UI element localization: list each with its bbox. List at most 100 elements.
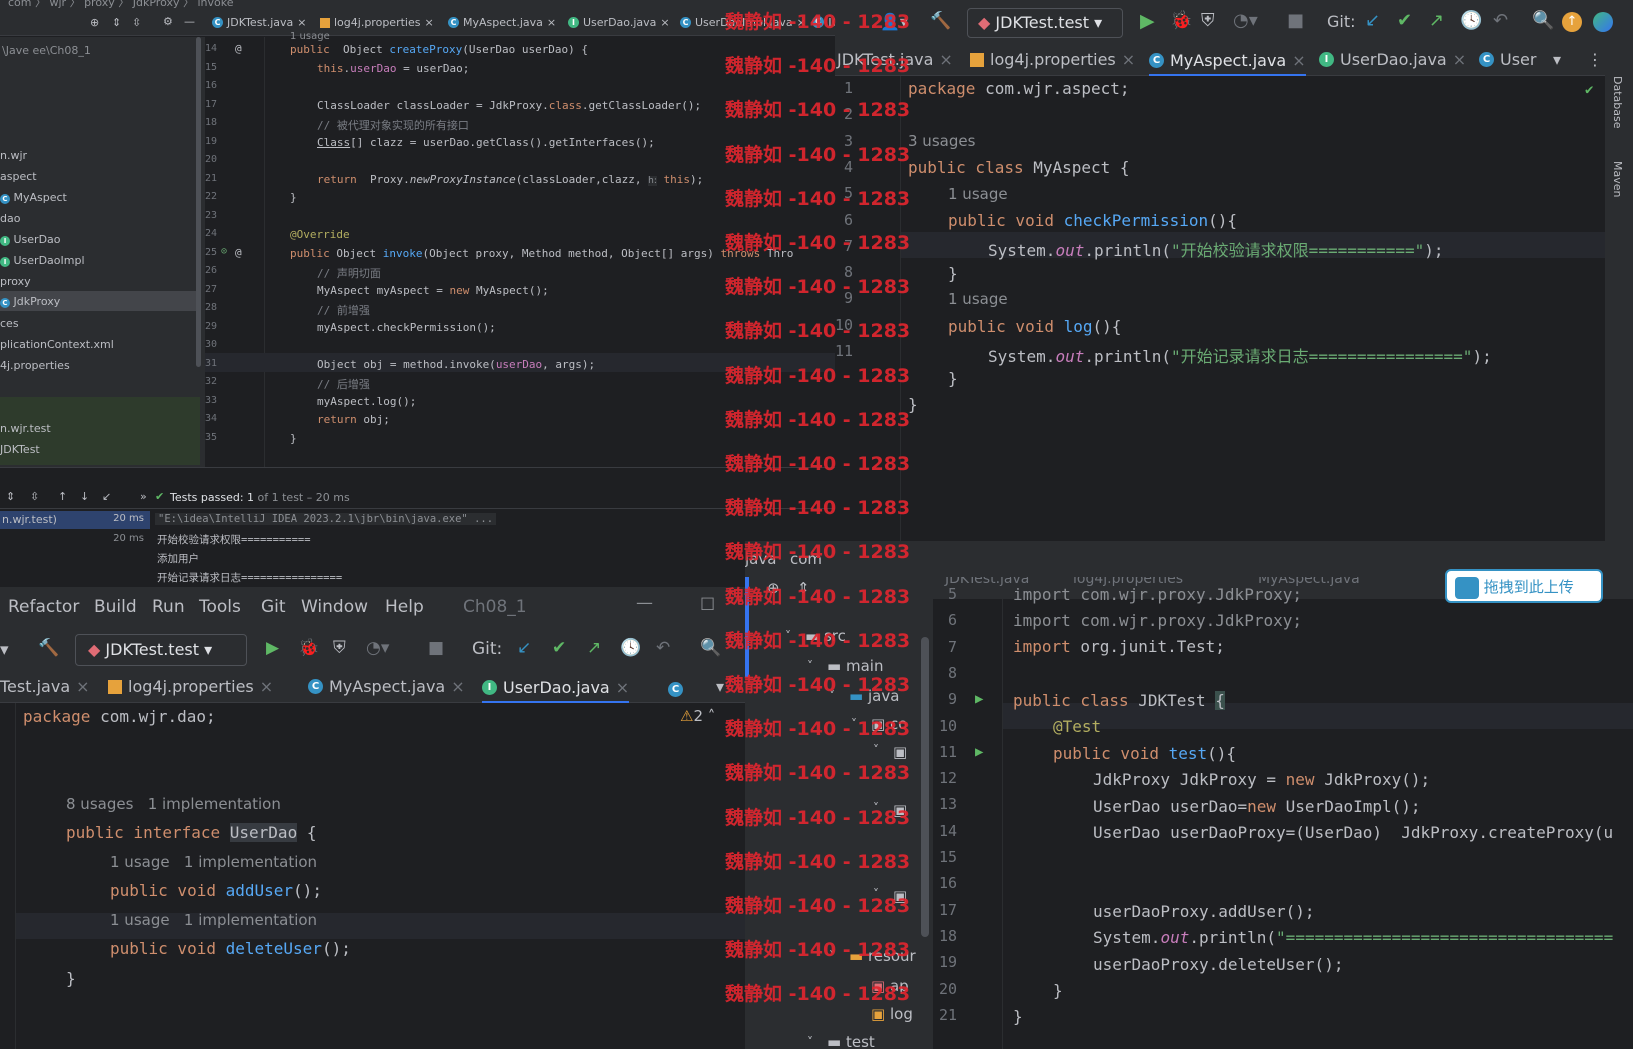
debug-icon[interactable]: 🐞 [1170,10,1192,31]
tree-item-log[interactable]: ▣ log [871,1005,913,1023]
tree-item-test[interactable]: ▬ test [827,1033,875,1049]
maximize-icon[interactable]: ☐ [700,595,715,615]
tab-user-right[interactable]: C User [1479,50,1536,69]
tab-userdao-right[interactable]: I UserDao.java × [1319,50,1466,69]
tree-item-jdktest[interactable]: JDKTest [0,443,40,456]
export-icon[interactable]: ↙ [102,490,111,503]
maven-panel-tab[interactable]: Maven [1611,161,1624,197]
editor-jdkproxy[interactable]: 14 15 16 17 18 19 20 21 22 23 24 25 26 27 28 29 30 31 32 33… [205,31,835,467]
run-test-icon[interactable]: ▶ [975,691,983,707]
tab-myaspect-bl[interactable]: C MyAspect.java × [308,677,465,696]
locate-icon[interactable]: ⊕ [767,579,780,597]
run-config-select[interactable]: ◆ JDKTest.test ▾ [967,8,1123,38]
chevron-up-icon[interactable]: ˄ [708,707,716,725]
git-update-icon[interactable]: ↙ [1365,10,1380,31]
update-icon[interactable]: ↑ [1562,12,1582,32]
tree-item-userdao[interactable]: I UserDao [0,233,61,246]
close-icon[interactable]: × [297,16,306,29]
expand-icon[interactable]: ⇕ [797,579,810,597]
tab-log4j-bl[interactable]: log4j.properties × [108,677,273,696]
tab-extra-top[interactable]: C ion [812,14,835,30]
menu-git[interactable]: Git [261,597,286,617]
more-icon[interactable]: » [140,490,147,503]
gear-icon[interactable]: ⚙ [163,15,173,28]
collapse-icon[interactable]: ⇳ [132,16,141,29]
git-push-icon[interactable]: ↗ [1429,10,1444,31]
breadcrumb-top[interactable]: com 〉 wjr 〉 proxy 〉 JdkProxy 〉 invoke [8,0,234,10]
editor-jdktest[interactable]: 5 6 7 8 9 10 11 12 13 14 15 16 17 18 19 20 21 import com… [933,585,1633,1049]
tree-item-com[interactable]: ▣ co [871,715,907,733]
tree-scrollbar[interactable] [196,37,201,367]
up-icon[interactable]: ↑ [58,490,67,503]
tree-item-resources[interactable]: ▬ resour [849,947,916,965]
run-config-select[interactable]: ◆ JDKTest.test ▾ [75,634,247,666]
tree-item-log4j[interactable]: 4j.properties [0,359,70,372]
tab-jdktest-bl[interactable]: Test.java × [0,677,90,696]
close-icon[interactable]: × [939,50,952,69]
editor-userdao[interactable]: package com.wjr.dao; ⚠2 ˄ 8 usages 1 imp… [0,703,745,1049]
coverage-icon[interactable]: ⛨ [333,638,346,658]
tree-item-userdaoimpl[interactable]: I UserDaoImpl [0,254,85,267]
stop-icon[interactable]: ■ [428,638,444,658]
editor-myaspect[interactable]: 1 2 3 4 5 6 7 8 9 10 11 ✔ package com.wjr.aspect; … [835,76,1605,597]
user-icon[interactable]: 👤▾ [880,12,908,31]
tree-item-proxy[interactable]: proxy [0,275,31,288]
tree-item-dao[interactable]: dao [0,212,20,225]
close-icon[interactable]: × [547,16,556,29]
history-icon[interactable]: 🕓 [1460,10,1482,31]
tab-extra-bl[interactable]: C [668,677,683,697]
database-panel-tab[interactable]: Database [1611,76,1624,129]
hammer-icon[interactable]: 🔨 [930,11,951,31]
menu-window[interactable]: Window [301,597,368,617]
git-push-icon[interactable]: ↗ [587,638,601,658]
user-icon[interactable]: ▾ [0,640,9,660]
minimize-icon[interactable]: — [636,593,653,613]
run-test-icon[interactable]: ▶ [975,744,983,760]
close-icon[interactable]: × [1122,50,1135,69]
coverage-icon[interactable]: ⛨ [1201,10,1215,31]
warning-icon[interactable]: ⚠2 ˄ [680,707,715,725]
tab-myaspect-top[interactable]: C MyAspect.java × [448,16,556,29]
tree-item-test-pkg[interactable]: n.wjr.test [0,422,51,435]
breadcrumb-com[interactable]: com [790,550,822,568]
tree-item-jdkproxy[interactable]: C JdkProxy [0,291,200,311]
tree-item-appcontext[interactable]: plicationContext.xml [0,338,114,351]
close-icon[interactable]: × [660,16,669,29]
close-icon[interactable]: × [76,677,89,696]
tab-jdktest-right[interactable]: JDKTest.java × [837,50,953,69]
expand-all-icon[interactable]: ⇕ [6,490,15,503]
menu-help[interactable]: Help [385,597,424,617]
close-icon[interactable]: × [1292,51,1305,70]
menu-run[interactable]: Run [152,597,185,617]
git-update-icon[interactable]: ↙ [517,638,531,658]
run-icon[interactable]: ▶ [266,638,279,658]
tree-item-main[interactable]: ▬ main [827,657,883,675]
rollback-icon[interactable]: ↶ [1493,10,1508,31]
down-icon[interactable]: ↓ [80,490,89,503]
close-icon[interactable]: × [260,677,273,696]
tab-log4j-right[interactable]: log4j.properties × [970,50,1135,69]
tab-userdao-top[interactable]: I UserDao.java × [568,16,670,29]
tree-item-resources[interactable]: ces [0,317,19,330]
tab-myaspect-right[interactable]: C MyAspect.java × [1149,46,1306,76]
tree-item-java[interactable]: ▬ java [849,687,899,705]
git-commit-icon[interactable]: ✔ [1397,10,1412,31]
menu-build[interactable]: Build [94,597,137,617]
tree-item-aspect[interactable]: aspect [0,170,37,183]
menu-tools[interactable]: Tools [199,597,241,617]
assistant-icon[interactable] [1593,12,1613,32]
stop-icon[interactable]: ■ [1287,10,1304,31]
rollback-icon[interactable]: ↶ [656,638,670,658]
menu-refactor[interactable]: Refactor [8,597,79,617]
tree-item-appctx[interactable]: ▣ ap [871,977,909,995]
tab-jdktest-top[interactable]: C JDKTest.java × [212,16,307,29]
close-icon[interactable]: × [1453,50,1466,69]
locate-icon[interactable]: ⊕ [90,16,99,29]
close-icon[interactable]: × [451,677,464,696]
expand-icon[interactable]: ⇕ [112,16,121,29]
tab-userdaoimpl-top[interactable]: C UserDaoImpl.java × [680,16,806,29]
profile-icon[interactable]: ◔▾ [366,638,389,658]
hammer-icon[interactable]: 🔨 [38,638,59,658]
collapse-all-icon[interactable]: ⇳ [30,490,39,503]
profile-icon[interactable]: ◔▾ [1233,10,1258,31]
